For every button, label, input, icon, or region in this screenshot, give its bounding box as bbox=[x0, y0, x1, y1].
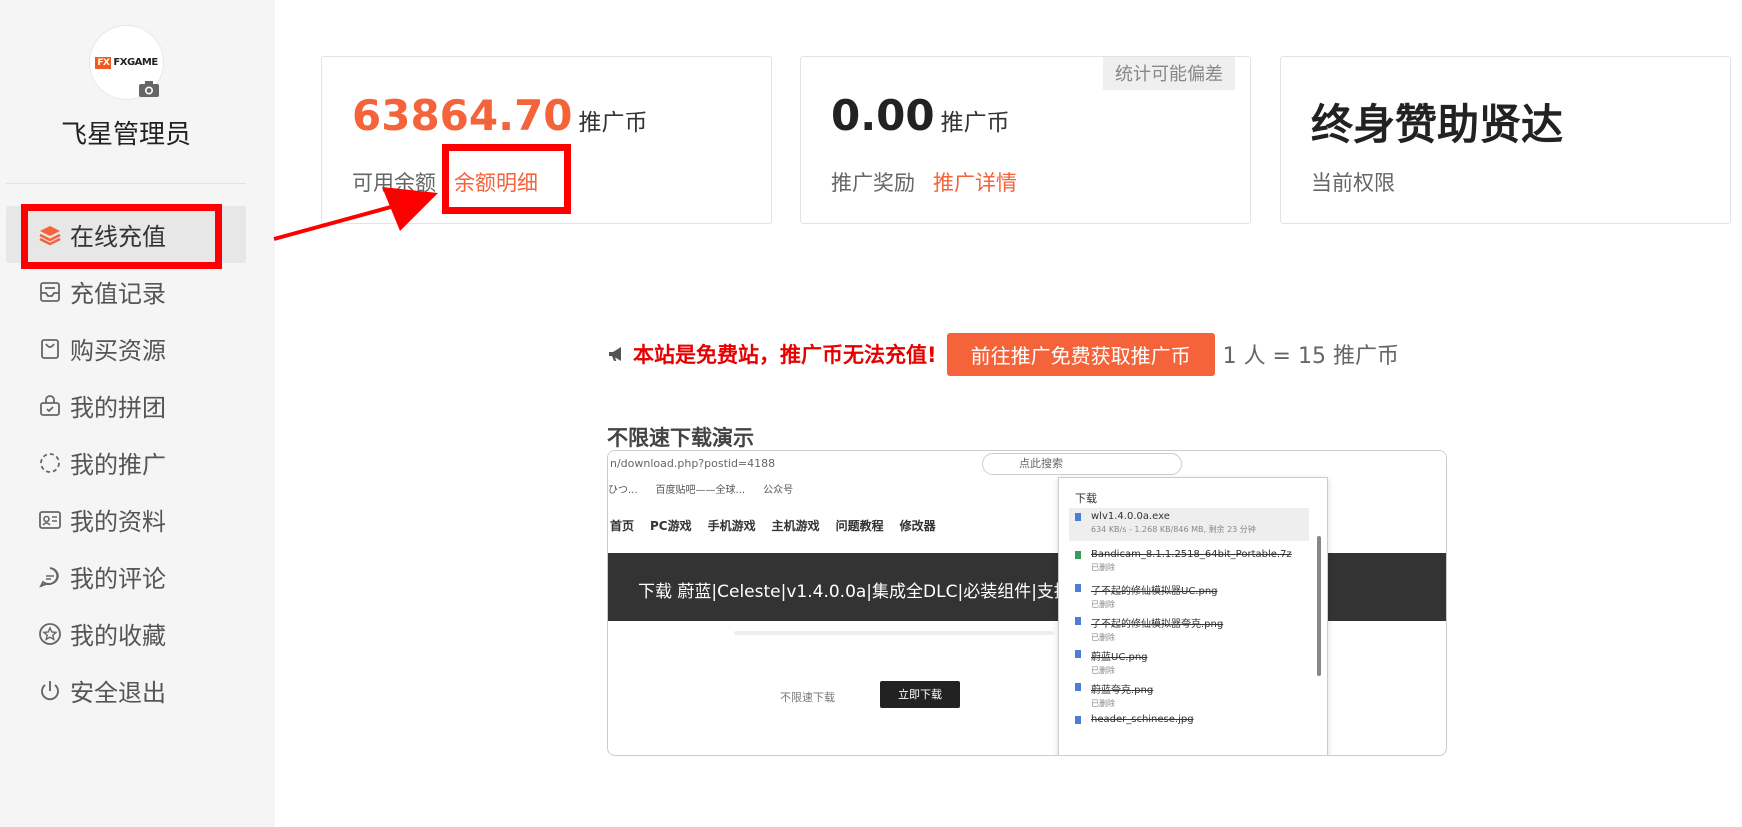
id-card-icon bbox=[39, 510, 61, 529]
download-item: wlv1.4.0.0a.exe 634 KB/s - 1.268 KB/846 M… bbox=[1069, 508, 1309, 541]
level-label: 当前权限 bbox=[1311, 171, 1395, 195]
level-card: 终身赞助贤达 当前权限 bbox=[1280, 56, 1731, 224]
share-circle-icon bbox=[40, 452, 60, 473]
bookmark-item: ひつ... bbox=[608, 485, 638, 496]
download-item: 了不起的修仙模拟器夸克.png 已删除 bbox=[1069, 612, 1309, 645]
camera-icon[interactable] bbox=[138, 80, 160, 98]
sidebar-item-promotion[interactable]: 我的推广 bbox=[6, 434, 246, 491]
annotation-arrow bbox=[273, 187, 438, 241]
sidebar-item-label: 我的资料 bbox=[70, 508, 166, 536]
comment-icon bbox=[39, 566, 59, 588]
sidebar-item-label: 我的拼团 bbox=[70, 394, 166, 422]
sidebar-item-purchases[interactable]: 购买资源 bbox=[6, 320, 246, 377]
download-item: 了不起的修仙模拟器UC.png 已删除 bbox=[1069, 579, 1309, 612]
annotation-highlight-balance-detail bbox=[442, 144, 571, 214]
power-icon bbox=[41, 680, 59, 700]
browser-address-bar: n/download.php?postid=4188 点此搜索 bbox=[608, 451, 1446, 477]
browser-url: n/download.php?postid=4188 bbox=[610, 457, 776, 470]
reward-detail-link[interactable]: 推广详情 bbox=[933, 171, 1017, 195]
sidebar-menu: 在线充值 充值记录 购买资源 我的拼团 我的推广 我的资料 我的评论 我的收藏 bbox=[6, 206, 246, 719]
star-icon bbox=[39, 622, 61, 645]
downloads-scrollbar bbox=[1317, 536, 1321, 676]
username: 飞星管理员 bbox=[60, 120, 191, 150]
notice-text: 本站是免费站，推广币无法充值! bbox=[633, 343, 937, 367]
sidebar-item-label: 充值记录 bbox=[70, 280, 166, 308]
annotation-highlight-recharge bbox=[21, 204, 222, 269]
main-content: 63864.70 推广币 可用余额 余额明细 统计可能偏差 0.00 推广币 推广奖励… bbox=[275, 0, 1742, 827]
sidebar-item-label: 我的推广 bbox=[70, 451, 166, 479]
stats-note-tag: 统计可能偏差 bbox=[1103, 57, 1235, 90]
downloads-header: 下载 bbox=[1075, 492, 1097, 505]
download-item: Bandicam_8.1.1.2518_64bit_Portable.7z 已删除 bbox=[1069, 546, 1309, 579]
sidebar-item-logout[interactable]: 安全退出 bbox=[6, 662, 246, 719]
demo-title: 不限速下载演示 bbox=[607, 426, 754, 450]
browser-search-box: 点此搜索 bbox=[982, 453, 1182, 475]
sidebar-item-label: 安全退出 bbox=[70, 679, 166, 707]
reward-value: 0.00 bbox=[831, 91, 935, 140]
speed-label: 不限速下载 bbox=[780, 691, 835, 704]
downloads-panel: 下载 wlv1.4.0.0a.exe 634 KB/s - 1.268 KB/84… bbox=[1058, 477, 1328, 755]
progress-track bbox=[734, 631, 1054, 635]
nav-item: 修改器 bbox=[899, 518, 936, 533]
bookmarks-bar: ひつ... 百度贴吧——全球... 公众号 bbox=[608, 481, 793, 496]
balance-value-wrap: 63864.70 推广币 bbox=[352, 91, 648, 140]
sidebar-item-label: 购买资源 bbox=[70, 337, 166, 365]
exchange-rate: 1 人 = 15 推广币 bbox=[1222, 344, 1399, 369]
nav-item: PC游戏 bbox=[650, 518, 692, 533]
nav-item: 首页 bbox=[610, 518, 635, 533]
divider bbox=[6, 183, 246, 184]
group-buy-icon bbox=[40, 394, 60, 416]
sidebar-item-favorites[interactable]: 我的收藏 bbox=[6, 605, 246, 662]
level-value: 终身赞助贤达 bbox=[1311, 100, 1564, 149]
sidebar-item-comments[interactable]: 我的评论 bbox=[6, 548, 246, 605]
reward-label: 推广奖励 bbox=[831, 171, 915, 195]
demo-download-button: 立即下载 bbox=[880, 681, 960, 708]
sidebar-item-group-buy[interactable]: 我的拼团 bbox=[6, 377, 246, 434]
download-item: 蔚蓝UC.png 已删除 bbox=[1069, 645, 1309, 678]
sidebar-item-label: 我的收藏 bbox=[70, 622, 166, 650]
sidebar-item-label: 我的评论 bbox=[70, 565, 166, 593]
reward-value-wrap: 0.00 推广币 bbox=[831, 91, 1010, 140]
nav-item: 问题教程 bbox=[835, 518, 884, 533]
download-item: 蔚蓝夸克.png 已删除 bbox=[1069, 678, 1309, 711]
notice-row: 本站是免费站，推广币无法充值! 前往推广免费获取推广币 1 人 = 15 推广币 bbox=[607, 332, 1399, 376]
download-item: header_schinese.jpg bbox=[1069, 711, 1309, 744]
demo-screenshot: n/download.php?postid=4188 点此搜索 ひつ... 百度… bbox=[607, 450, 1447, 756]
sidebar: FXFXGAME 飞星管理员 在线充值 充值记录 购买资源 我的拼团 我的推广 bbox=[0, 0, 275, 827]
nav-item: 主机游戏 bbox=[771, 518, 820, 533]
sidebar-item-profile[interactable]: 我的资料 bbox=[6, 491, 246, 548]
nav-item: 手机游戏 bbox=[707, 518, 756, 533]
bag-icon bbox=[41, 338, 59, 359]
bookmark-item: 百度贴吧——全球... bbox=[655, 485, 746, 496]
site-logo: FX FXGAME bbox=[95, 56, 158, 69]
go-promote-button[interactable]: 前往推广免费获取推广币 bbox=[946, 332, 1215, 376]
bookmark-item: 公众号 bbox=[763, 485, 794, 496]
reward-unit: 推广币 bbox=[940, 110, 1010, 136]
inbox-icon bbox=[40, 281, 60, 302]
sidebar-item-recharge-history[interactable]: 充值记录 bbox=[6, 263, 246, 320]
reward-label-row: 推广奖励 推广详情 bbox=[831, 167, 1017, 197]
reward-card: 统计可能偏差 0.00 推广币 推广奖励 推广详情 bbox=[800, 56, 1251, 224]
balance-unit: 推广币 bbox=[578, 110, 648, 136]
megaphone-icon bbox=[609, 347, 621, 361]
balance-value: 63864.70 bbox=[352, 91, 573, 140]
